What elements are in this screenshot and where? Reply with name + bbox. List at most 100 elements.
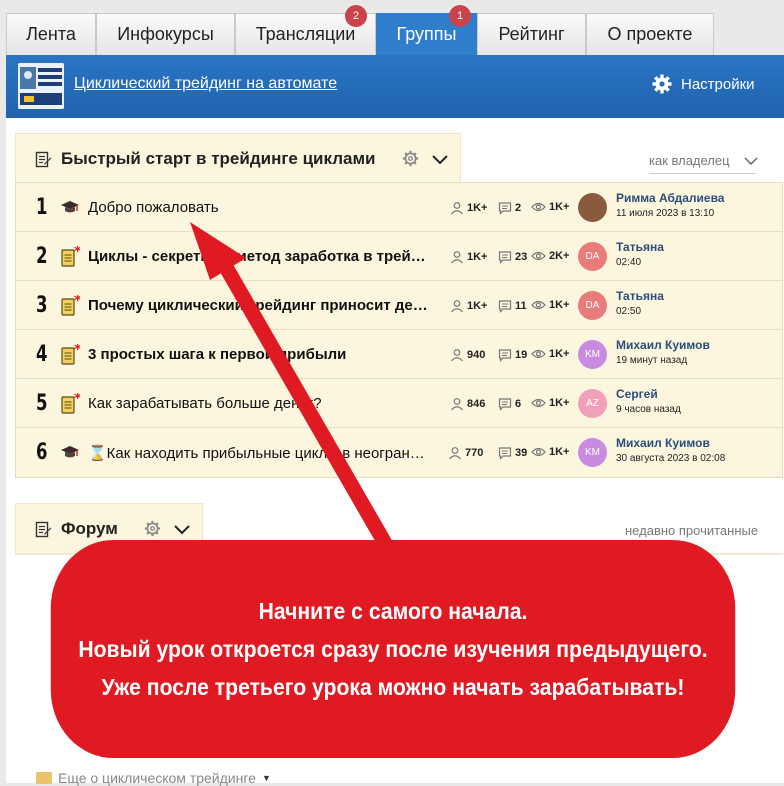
- tab-about[interactable]: О проекте: [586, 13, 714, 55]
- tab-broadcasts[interactable]: Трансляции 2: [235, 5, 376, 55]
- svg-text:*: *: [74, 246, 80, 260]
- new-notes-icon: *: [60, 244, 82, 267]
- members-stat: 1K+: [450, 201, 488, 215]
- lesson-number: 3: [36, 293, 48, 318]
- gear-icon[interactable]: [402, 150, 419, 167]
- views-stat: 1K+: [531, 397, 570, 409]
- sort-dropdown[interactable]: недавно прочитанные: [625, 523, 758, 538]
- callout-line: Начните с самого начала.: [258, 598, 528, 624]
- section-header: Быстрый старт в трейдинге циклами: [15, 133, 461, 183]
- lesson-row[interactable]: 1 Добро пожаловать 1K+ 2 1K+ Римма Абдал…: [16, 183, 782, 232]
- forum-item-label: Еще о циклическом трейдинге: [58, 770, 256, 786]
- lesson-row[interactable]: 4 * 3 простых шага к первой прибыли 940 …: [16, 330, 782, 379]
- gear-icon: [652, 74, 672, 94]
- comment-icon: [498, 398, 512, 411]
- lesson-title[interactable]: 3 простых шага к первой прибыли: [88, 346, 428, 363]
- author-name[interactable]: Сергей: [616, 387, 658, 401]
- tab-rating[interactable]: Рейтинг: [477, 13, 586, 55]
- eye-icon: [531, 398, 546, 408]
- folder-icon: [36, 772, 52, 784]
- avatar[interactable]: KM: [578, 340, 607, 369]
- avatar[interactable]: [578, 193, 607, 222]
- graduation-cap-icon: [60, 197, 80, 217]
- eye-icon: [531, 300, 546, 310]
- lesson-title[interactable]: Циклы - секретный метод заработка в трей…: [88, 248, 428, 265]
- lesson-number: 4: [36, 342, 48, 367]
- chevron-down-icon[interactable]: [432, 155, 448, 165]
- comments-stat: 19: [498, 348, 527, 362]
- callout-line: Новый урок откроется сразу после изучени…: [78, 636, 708, 662]
- lesson-title[interactable]: Почему циклический трейдинг приносит ден…: [88, 297, 428, 314]
- members-stat: 770: [448, 446, 483, 460]
- new-notes-icon: *: [60, 342, 82, 365]
- author-name[interactable]: Михаил Куимов: [616, 436, 710, 450]
- eye-icon: [531, 447, 546, 457]
- notification-badge: 2: [345, 5, 367, 27]
- avatar[interactable]: DA: [578, 291, 607, 320]
- notes-icon: [35, 521, 52, 538]
- group-title-link[interactable]: Циклический трейдинг на автомате: [74, 75, 337, 93]
- avatar[interactable]: AZ: [578, 389, 607, 418]
- sort-dropdown[interactable]: как владелец: [649, 153, 758, 168]
- new-notes-icon: *: [60, 293, 82, 316]
- lesson-number: 1: [36, 195, 48, 220]
- tab-feed[interactable]: Лента: [6, 13, 96, 55]
- tab-groups[interactable]: Группы 1: [376, 5, 477, 55]
- lesson-title[interactable]: Добро пожаловать: [88, 199, 428, 216]
- settings-button[interactable]: Настройки: [652, 74, 755, 94]
- members-stat: 846: [450, 397, 485, 411]
- group-logo[interactable]: [18, 63, 64, 109]
- comment-icon: [498, 251, 512, 264]
- avatar[interactable]: DA: [578, 242, 607, 271]
- post-date: 11 июля 2023 в 13:10: [616, 208, 715, 219]
- lesson-list: 1 Добро пожаловать 1K+ 2 1K+ Римма Абдал…: [15, 182, 783, 478]
- person-icon: [451, 349, 463, 362]
- lesson-title[interactable]: ⌛Как находить прибыльные циклы в неогран…: [88, 444, 428, 462]
- comments-stat: 2: [498, 201, 521, 215]
- graduation-cap-icon: [60, 442, 80, 462]
- eye-icon: [531, 251, 546, 261]
- views-stat: 2K+: [531, 250, 570, 262]
- forum-item[interactable]: Еще о циклическом трейдинге ▼: [36, 770, 271, 786]
- author-name[interactable]: Татьяна: [616, 240, 664, 254]
- lesson-row[interactable]: 3 * Почему циклический трейдинг приносит…: [16, 281, 782, 330]
- tab-label: О проекте: [607, 24, 693, 44]
- person-icon: [451, 251, 463, 264]
- author-name[interactable]: Татьяна: [616, 289, 664, 303]
- views-stat: 1K+: [531, 201, 570, 213]
- comment-icon: [498, 300, 512, 313]
- gear-icon[interactable]: [144, 520, 161, 537]
- comment-icon: [498, 202, 512, 215]
- chevron-down-icon: [744, 156, 758, 165]
- person-icon: [451, 398, 463, 411]
- views-stat: 1K+: [531, 446, 570, 458]
- post-date: 02:40: [616, 257, 642, 268]
- comments-stat: 39: [498, 446, 527, 460]
- tab-label: Лента: [26, 24, 76, 44]
- notes-icon: [35, 151, 52, 168]
- eye-icon: [531, 202, 546, 212]
- tab-label: Инфокурсы: [117, 24, 214, 44]
- svg-text:*: *: [74, 393, 80, 407]
- lesson-number: 2: [36, 244, 48, 269]
- views-stat: 1K+: [531, 348, 570, 360]
- svg-text:*: *: [74, 295, 80, 309]
- tab-label: Группы: [396, 24, 457, 44]
- members-stat: 940: [450, 348, 485, 362]
- lesson-row[interactable]: 2 * Циклы - секретный метод заработка в …: [16, 232, 782, 281]
- caret-down-icon: ▼: [261, 773, 271, 783]
- new-notes-icon: *: [60, 391, 82, 414]
- lesson-row[interactable]: 6 ⌛Как находить прибыльные циклы в неогр…: [16, 428, 782, 477]
- comments-stat: 11: [498, 299, 527, 313]
- avatar[interactable]: KM: [578, 438, 607, 467]
- section-title: Форум: [61, 519, 118, 538]
- post-date: 02:50: [616, 306, 642, 317]
- lesson-row[interactable]: 5 * Как зарабатывать больше денег? 846 6…: [16, 379, 782, 428]
- sort-label: как владелец: [649, 153, 730, 168]
- chevron-down-icon[interactable]: [174, 525, 190, 535]
- lesson-title[interactable]: Как зарабатывать больше денег?: [88, 395, 428, 412]
- author-name[interactable]: Римма Абдалиева: [616, 191, 724, 205]
- svg-text:*: *: [74, 344, 80, 358]
- tab-infocourses[interactable]: Инфокурсы: [96, 13, 235, 55]
- author-name[interactable]: Михаил Куимов: [616, 338, 710, 352]
